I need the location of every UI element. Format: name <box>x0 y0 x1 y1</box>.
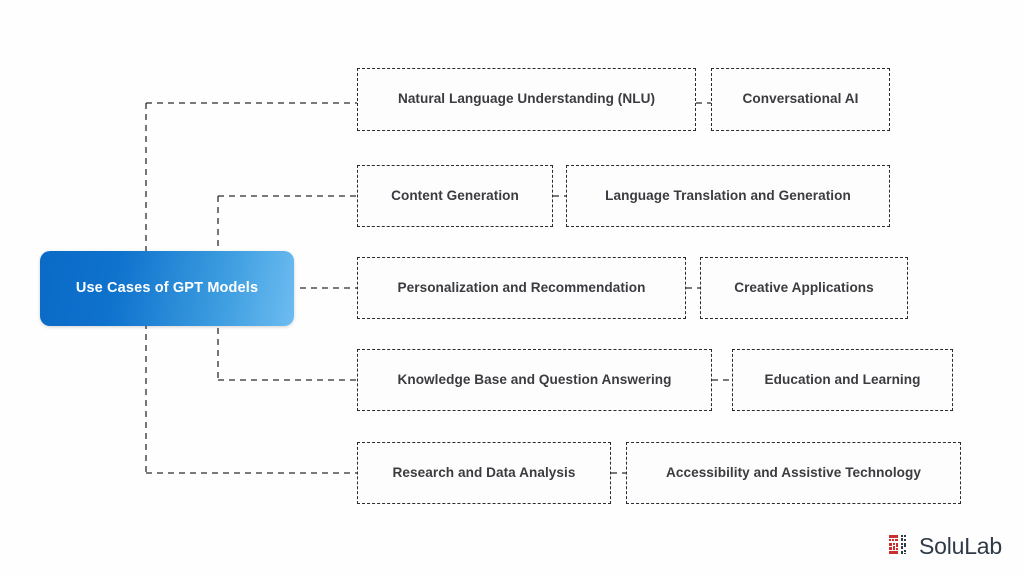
brand-name: SoluLab <box>918 532 1002 559</box>
node-secondary-1-label: Conversational AI <box>742 91 859 107</box>
node-secondary-4[interactable]: Education and Learning <box>732 349 953 411</box>
node-secondary-2-label: Language Translation and Generation <box>605 187 851 203</box>
node-secondary-3-label: Creative Applications <box>734 279 874 295</box>
brand-logo: SoluLab <box>888 534 1002 558</box>
root-node[interactable]: Use Cases of GPT Models <box>40 251 294 326</box>
node-secondary-1[interactable]: Conversational AI <box>711 68 890 131</box>
node-primary-4[interactable]: Knowledge Base and Question Answering <box>357 349 712 411</box>
node-secondary-3[interactable]: Creative Applications <box>700 257 908 319</box>
root-node-label: Use Cases of GPT Models <box>75 280 259 297</box>
node-secondary-5-label: Accessibility and Assistive Technology <box>666 464 921 480</box>
node-primary-3[interactable]: Personalization and Recommendation <box>357 257 686 319</box>
node-primary-5-label: Research and Data Analysis <box>392 464 576 480</box>
node-primary-2[interactable]: Content Generation <box>357 165 553 227</box>
node-primary-1-label: Natural Language Understanding (NLU) <box>397 91 656 107</box>
diagram-canvas: Use Cases of GPT Models Natural Language… <box>0 0 1024 576</box>
node-secondary-4-label: Education and Learning <box>764 371 921 387</box>
node-secondary-5[interactable]: Accessibility and Assistive Technology <box>626 442 961 504</box>
node-primary-2-label: Content Generation <box>391 187 519 203</box>
qr-code-logo-icon <box>888 535 906 554</box>
node-primary-4-label: Knowledge Base and Question Answering <box>397 371 672 387</box>
node-primary-1[interactable]: Natural Language Understanding (NLU) <box>357 68 696 131</box>
node-secondary-2[interactable]: Language Translation and Generation <box>566 165 890 227</box>
node-primary-3-label: Personalization and Recommendation <box>397 279 646 295</box>
node-primary-5[interactable]: Research and Data Analysis <box>357 442 611 504</box>
